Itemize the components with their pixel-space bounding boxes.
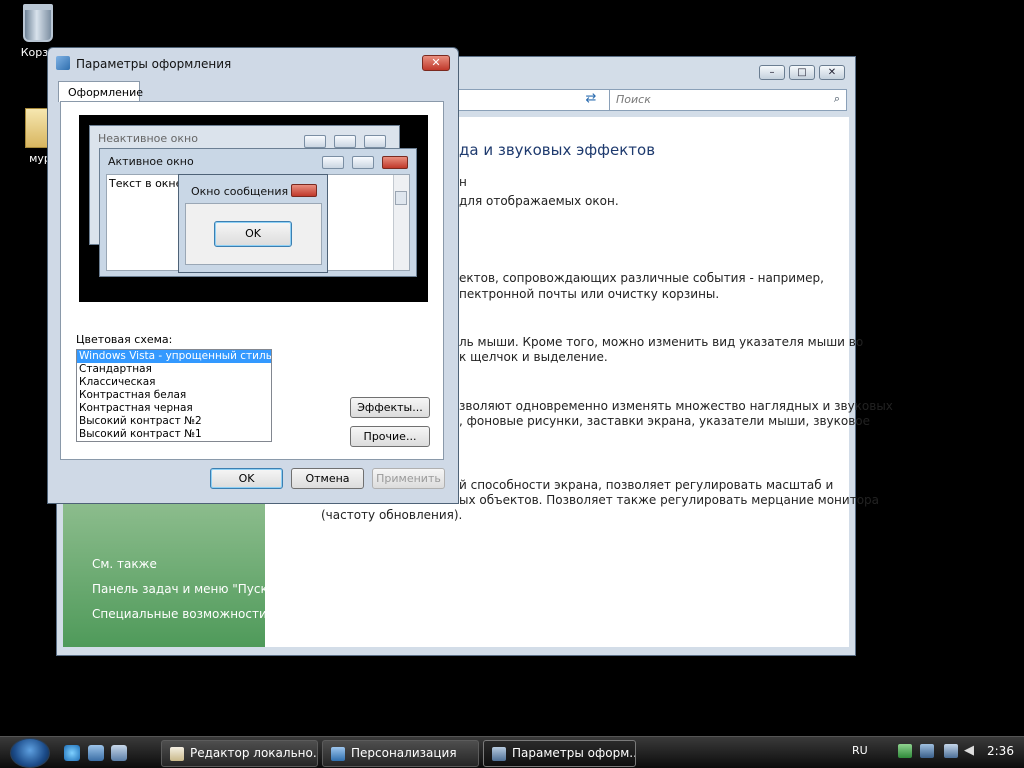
desc-line: для отображаемых окон. [459, 194, 619, 208]
clock[interactable]: 2:36 [987, 744, 1014, 758]
desc-line: , фоновые рисунки, заставки экрана, указ… [459, 414, 871, 428]
page-heading: да и звуковых эффектов [459, 141, 656, 159]
list-item[interactable]: Высокий контраст №1 [77, 428, 271, 441]
taskbar-item-label: Редактор локально... [190, 746, 318, 760]
message-box-body: OK [185, 203, 322, 265]
preview-close-icon [382, 156, 408, 169]
search-input[interactable]: Поиск ⌕ [609, 89, 847, 111]
advanced-button[interactable]: Прочие... [350, 426, 430, 447]
tray-icon[interactable] [920, 744, 934, 758]
dialog-title: Параметры оформления [76, 57, 232, 71]
list-item[interactable]: Высокий контраст №2 [77, 415, 271, 428]
list-item[interactable]: Контрастная белая [77, 389, 271, 402]
show-desktop-icon[interactable] [88, 745, 104, 761]
apply-button[interactable]: Применить [372, 468, 445, 489]
desc-line: ль мыши. Кроме того, можно изменить вид … [459, 335, 864, 349]
inactive-window-title: Неактивное окно [98, 132, 198, 145]
desc-line: зволяют одновременно изменять множество … [459, 399, 893, 413]
color-scheme-list[interactable]: Windows Vista - упрощенный стиль Стандар… [76, 349, 272, 442]
scheme-preview: Неактивное окно Активное окно Текст в ок… [79, 115, 428, 302]
link-taskbar[interactable]: Панель задач и меню "Пуск" [92, 582, 273, 596]
tab-appearance[interactable]: Оформление [58, 81, 143, 102]
list-item[interactable]: Стандартная [77, 363, 271, 376]
network-icon[interactable] [944, 744, 958, 758]
window-text-sample: Текст в окне [109, 177, 183, 190]
list-item[interactable]: Windows Vista - упрощенный стиль [77, 350, 271, 363]
search-icon[interactable]: ⌕ [834, 92, 840, 106]
message-box-title: Окно сообщения [191, 185, 289, 198]
personalization-icon [331, 747, 345, 761]
effects-button[interactable]: Эффекты... [350, 397, 430, 418]
policy-editor-icon [170, 747, 184, 761]
language-indicator[interactable]: RU [852, 744, 868, 757]
list-item[interactable]: Контрастная черная [77, 402, 271, 415]
desc-line: ых объектов. Позволяет также регулироват… [459, 493, 880, 507]
ok-button[interactable]: OK [210, 468, 283, 489]
appearance-icon [492, 747, 506, 761]
desc-line: пектронной почты или очистку корзины. [459, 287, 720, 301]
desc-line: н [459, 175, 467, 189]
preview-close-icon [291, 184, 317, 197]
preview-scrollbar [393, 175, 409, 270]
link-accessibility[interactable]: Специальные возможности [92, 607, 267, 621]
taskbar-item-appearance[interactable]: Параметры оформ... [483, 740, 636, 767]
side-pane [63, 497, 265, 647]
see-also-title: См. также [92, 557, 157, 571]
search-placeholder: Поиск [616, 93, 651, 106]
message-box-preview: Окно сообщения OK [178, 174, 328, 273]
active-window-title: Активное окно [108, 155, 194, 168]
desc-line: й способности экрана, позволяет регулиро… [459, 478, 834, 492]
internet-explorer-icon[interactable] [64, 745, 80, 761]
taskbar-item-policy-editor[interactable]: Редактор локально... [161, 740, 318, 767]
preview-ok-button: OK [214, 221, 292, 247]
recycle-bin-image [23, 4, 53, 42]
taskbar-item-label: Параметры оформ... [512, 746, 636, 760]
preview-maximize-icon [334, 135, 356, 148]
taskbar-item-personalization[interactable]: Персонализация [322, 740, 479, 767]
preview-minimize-icon [322, 156, 344, 169]
dialog-icon [56, 56, 70, 70]
close-button[interactable]: ✕ [819, 65, 845, 80]
minimize-button[interactable]: – [759, 65, 785, 80]
preview-close-icon [364, 135, 386, 148]
preview-scroll-thumb [395, 191, 407, 205]
desc-line: (частоту обновления). [321, 508, 463, 522]
taskbar-item-label: Персонализация [351, 746, 457, 760]
refresh-icon[interactable]: ⇄ [581, 91, 601, 109]
desc-line: ектов, сопровождающих различные события … [459, 271, 824, 285]
dialog-close-button[interactable]: ✕ [422, 55, 450, 71]
maximize-button[interactable]: □ [789, 65, 815, 80]
color-scheme-label: Цветовая схема: [76, 333, 173, 346]
preview-maximize-icon [352, 156, 374, 169]
preview-minimize-icon [304, 135, 326, 148]
switch-windows-icon[interactable] [111, 745, 127, 761]
security-tray-icon[interactable] [898, 744, 912, 758]
desc-line: к щелчок и выделение. [459, 350, 608, 364]
list-item[interactable]: Классическая [77, 376, 271, 389]
cancel-button[interactable]: Отмена [291, 468, 364, 489]
volume-icon[interactable]: ◀ [964, 743, 978, 759]
start-button[interactable] [10, 738, 50, 768]
